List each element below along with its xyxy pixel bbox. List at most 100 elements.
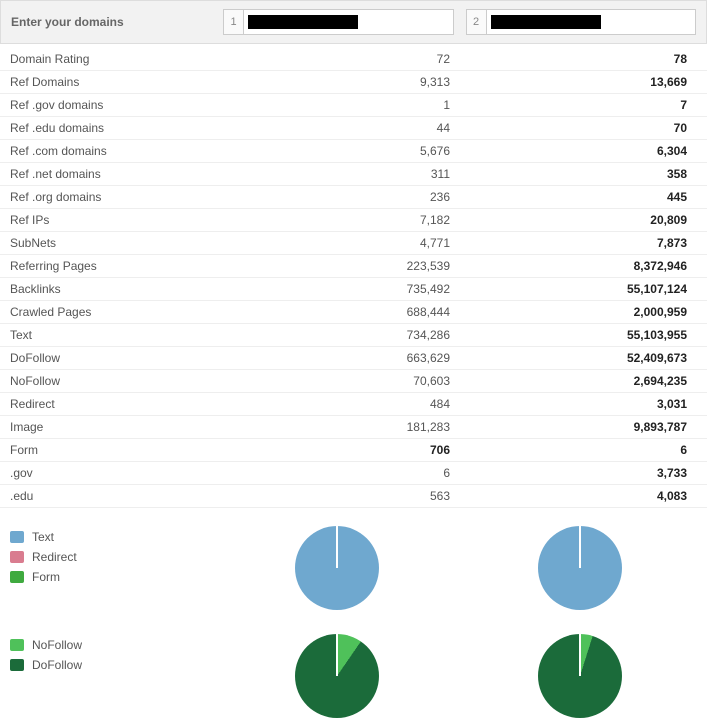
metric-label: Domain Rating bbox=[0, 48, 280, 71]
table-row: Ref .gov domains17 bbox=[0, 94, 707, 117]
metric-label: Ref .edu domains bbox=[0, 117, 280, 140]
legend-item: NoFollow bbox=[10, 638, 210, 652]
domain-input-1-index: 1 bbox=[224, 10, 244, 34]
legend-swatch bbox=[10, 571, 24, 583]
metric-value-domain2: 2,694,235 bbox=[460, 370, 707, 393]
metric-label: Ref .net domains bbox=[0, 163, 280, 186]
metric-value-domain1: 563 bbox=[280, 485, 460, 508]
metric-label: Image bbox=[0, 416, 280, 439]
follow-pie-domain2-cell bbox=[464, 634, 698, 718]
table-row: Image181,2839,893,787 bbox=[0, 416, 707, 439]
table-row: Text734,28655,103,955 bbox=[0, 324, 707, 347]
metric-label: Backlinks bbox=[0, 278, 280, 301]
domain-input-1-value-redacted bbox=[248, 15, 358, 29]
domain-input-2[interactable]: 2 bbox=[466, 9, 697, 35]
domain-input-1[interactable]: 1 bbox=[223, 9, 454, 35]
linktype-pie-domain2-cell bbox=[464, 526, 698, 610]
legend-label: DoFollow bbox=[32, 658, 82, 672]
legend-label: Form bbox=[32, 570, 60, 584]
metric-value-domain2: 55,107,124 bbox=[460, 278, 707, 301]
metric-label: .gov bbox=[0, 462, 280, 485]
metric-value-domain2: 7 bbox=[460, 94, 707, 117]
metric-value-domain1: 5,676 bbox=[280, 140, 460, 163]
table-row: Redirect4843,031 bbox=[0, 393, 707, 416]
metric-value-domain2: 55,103,955 bbox=[460, 324, 707, 347]
table-row: Ref .com domains5,6766,304 bbox=[0, 140, 707, 163]
metric-value-domain2: 358 bbox=[460, 163, 707, 186]
metric-value-domain2: 52,409,673 bbox=[460, 347, 707, 370]
metric-value-domain2: 7,873 bbox=[460, 232, 707, 255]
metric-value-domain1: 1 bbox=[280, 94, 460, 117]
table-row: Domain Rating7278 bbox=[0, 48, 707, 71]
follow-chart-row: NoFollow DoFollow bbox=[0, 616, 707, 724]
pie-separator bbox=[336, 526, 338, 568]
metric-value-domain1: 181,283 bbox=[280, 416, 460, 439]
domain-entry-bar: Enter your domains 1 2 bbox=[0, 0, 707, 44]
table-row: Backlinks735,49255,107,124 bbox=[0, 278, 707, 301]
table-row: Referring Pages223,5398,372,946 bbox=[0, 255, 707, 278]
metrics-table: Domain Rating7278Ref Domains9,31313,669R… bbox=[0, 48, 707, 508]
metric-label: Crawled Pages bbox=[0, 301, 280, 324]
domain-input-2-value-redacted bbox=[491, 15, 601, 29]
metric-value-domain2: 20,809 bbox=[460, 209, 707, 232]
metric-value-domain2: 70 bbox=[460, 117, 707, 140]
metric-value-domain1: 72 bbox=[280, 48, 460, 71]
metric-label: Ref .com domains bbox=[0, 140, 280, 163]
domain-input-2-index: 2 bbox=[467, 10, 487, 34]
metric-value-domain1: 44 bbox=[280, 117, 460, 140]
metric-value-domain1: 4,771 bbox=[280, 232, 460, 255]
metric-label: SubNets bbox=[0, 232, 280, 255]
metric-label: .edu bbox=[0, 485, 280, 508]
metric-value-domain1: 735,492 bbox=[280, 278, 460, 301]
metric-value-domain1: 6 bbox=[280, 462, 460, 485]
follow-pie-domain2 bbox=[538, 634, 622, 718]
metric-value-domain1: 223,539 bbox=[280, 255, 460, 278]
legend-label: Text bbox=[32, 530, 54, 544]
table-row: SubNets4,7717,873 bbox=[0, 232, 707, 255]
legend-item: Form bbox=[10, 570, 210, 584]
pie-separator bbox=[579, 526, 581, 568]
metric-value-domain1: 663,629 bbox=[280, 347, 460, 370]
metric-label: Ref IPs bbox=[0, 209, 280, 232]
linktype-pie-domain2 bbox=[538, 526, 622, 610]
legend-swatch bbox=[10, 659, 24, 671]
metric-value-domain1: 311 bbox=[280, 163, 460, 186]
metric-value-domain2: 6 bbox=[460, 439, 707, 462]
metric-label: DoFollow bbox=[0, 347, 280, 370]
metric-value-domain2: 8,372,946 bbox=[460, 255, 707, 278]
linktype-chart-row: TextRedirectForm bbox=[0, 508, 707, 616]
table-row: Ref IPs7,18220,809 bbox=[0, 209, 707, 232]
metric-value-domain2: 4,083 bbox=[460, 485, 707, 508]
follow-legend: NoFollow DoFollow bbox=[10, 634, 210, 672]
metric-value-domain2: 445 bbox=[460, 186, 707, 209]
pie-separator bbox=[336, 634, 338, 676]
metric-label: Text bbox=[0, 324, 280, 347]
legend-swatch bbox=[10, 551, 24, 563]
table-row: Ref .edu domains4470 bbox=[0, 117, 707, 140]
metric-value-domain1: 484 bbox=[280, 393, 460, 416]
legend-swatch bbox=[10, 639, 24, 651]
metric-value-domain2: 9,893,787 bbox=[460, 416, 707, 439]
table-row: Form7066 bbox=[0, 439, 707, 462]
metric-value-domain2: 3,031 bbox=[460, 393, 707, 416]
legend-item: Text bbox=[10, 530, 210, 544]
metric-value-domain2: 6,304 bbox=[460, 140, 707, 163]
table-row: NoFollow70,6032,694,235 bbox=[0, 370, 707, 393]
table-row: Ref .net domains311358 bbox=[0, 163, 707, 186]
follow-pie-domain1 bbox=[295, 634, 379, 718]
metric-label: Redirect bbox=[0, 393, 280, 416]
metric-value-domain1: 70,603 bbox=[280, 370, 460, 393]
metric-value-domain2: 78 bbox=[460, 48, 707, 71]
legend-item: DoFollow bbox=[10, 658, 210, 672]
linktype-pie-domain1 bbox=[295, 526, 379, 610]
metric-value-domain1: 236 bbox=[280, 186, 460, 209]
table-row: .gov63,733 bbox=[0, 462, 707, 485]
follow-pie-domain1-cell bbox=[220, 634, 454, 718]
legend-label: NoFollow bbox=[32, 638, 82, 652]
metric-label: Ref .org domains bbox=[0, 186, 280, 209]
legend-swatch bbox=[10, 531, 24, 543]
metric-value-domain1: 734,286 bbox=[280, 324, 460, 347]
enter-domains-label: Enter your domains bbox=[11, 15, 211, 29]
metric-value-domain1: 7,182 bbox=[280, 209, 460, 232]
metric-value-domain2: 13,669 bbox=[460, 71, 707, 94]
